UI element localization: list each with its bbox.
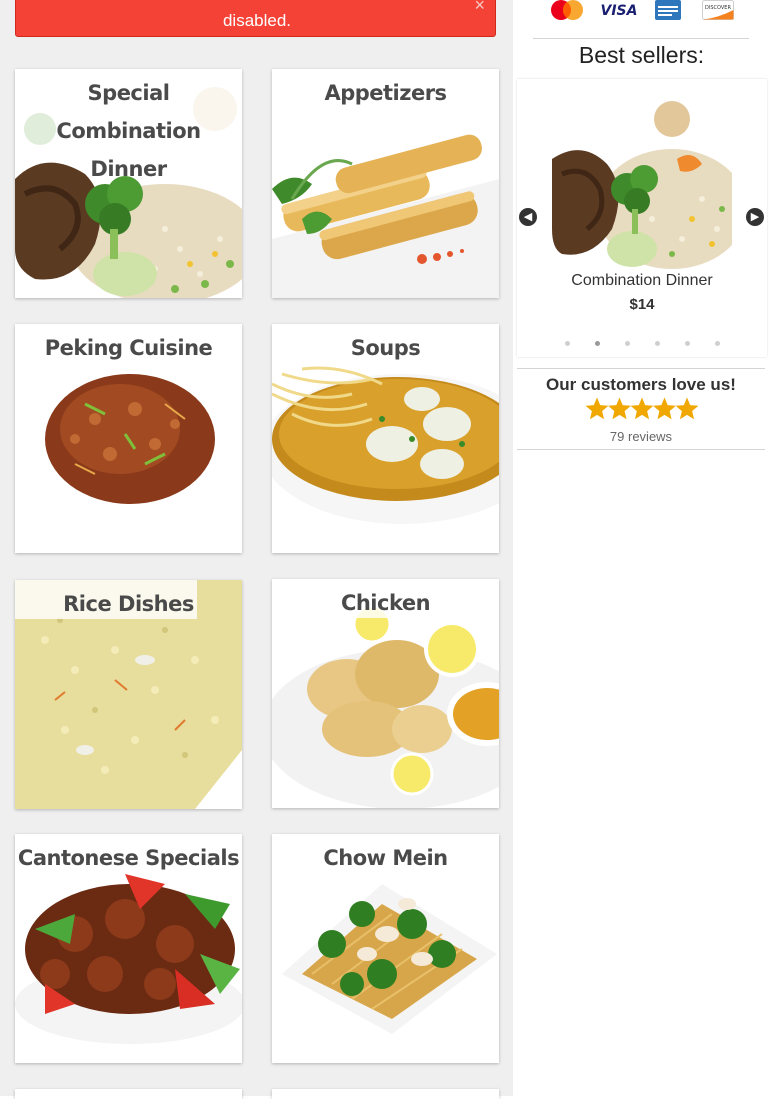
amex-icon: [655, 0, 681, 20]
carousel-dot[interactable]: [564, 341, 570, 346]
category-card-peking-cuisine[interactable]: Peking Cuisine: [15, 324, 242, 553]
product-price: $14: [629, 296, 655, 313]
category-card-cantonese-specials[interactable]: Cantonese Specials: [15, 834, 242, 1063]
carousel-dot[interactable]: [624, 341, 630, 346]
alert-message: disabled.: [222, 11, 292, 30]
svg-text:DISCOVER: DISCOVER: [705, 5, 731, 11]
best-sellers-title: Best sellers:: [578, 42, 705, 68]
carousel-dot[interactable]: [684, 341, 690, 346]
reviews-heading: Our customers love us!: [546, 375, 736, 394]
reviews-widget[interactable]: Our customers love us! 79 reviews: [517, 368, 765, 450]
category-title: Chicken: [340, 591, 431, 615]
svg-text:VISA: VISA: [601, 3, 638, 19]
category-title: Rice Dishes: [63, 592, 194, 616]
category-card-partial[interactable]: [272, 1089, 499, 1099]
category-card-chow-mein[interactable]: Chow Mein: [272, 834, 499, 1063]
best-sellers-carousel: Combination Dinner $14 ◀ ▶: [517, 79, 767, 357]
star-icon: [630, 397, 654, 420]
star-icon: [675, 397, 698, 420]
category-title: Appetizers: [324, 81, 447, 105]
category-title: Cantonese Specials: [17, 846, 240, 870]
sidebar: VISA DISCOVER Best sellers: Combination …: [513, 0, 770, 1096]
menu-categories-panel: disabled. × Special Combination Dinner A…: [0, 0, 513, 1099]
star-icon: [586, 397, 609, 420]
star-icon: [653, 397, 676, 420]
mastercard-icon: [551, 0, 583, 20]
category-title: Chow Mein: [323, 846, 448, 870]
carousel-prev-button[interactable]: ◀: [519, 208, 537, 226]
visa-icon: VISA: [601, 3, 638, 19]
category-title: Special Combination Dinner: [56, 81, 201, 181]
reviews-count[interactable]: 79 reviews: [517, 429, 765, 444]
category-card-soups[interactable]: Soups: [272, 324, 499, 553]
alert-banner: disabled. ×: [15, 0, 496, 37]
star-icon: [608, 397, 631, 420]
category-title: Soups: [350, 336, 421, 360]
category-card-rice-dishes[interactable]: Rice Dishes: [15, 580, 242, 809]
divider: [533, 38, 749, 39]
category-card-chicken[interactable]: Chicken: [272, 579, 499, 808]
alert-close-icon[interactable]: ×: [474, 0, 485, 16]
category-title: Peking Cuisine: [44, 336, 213, 360]
carousel-pagination: [517, 341, 767, 351]
combination-dinner-photo[interactable]: [552, 89, 732, 269]
star-rating: [586, 397, 698, 420]
carousel-dot[interactable]: [594, 341, 600, 346]
carousel-dot[interactable]: [654, 341, 660, 346]
product-name[interactable]: Combination Dinner: [517, 272, 767, 290]
category-card-appetizers[interactable]: Appetizers: [272, 69, 499, 298]
discover-icon: DISCOVER: [702, 0, 734, 20]
category-card-partial[interactable]: [15, 1089, 242, 1099]
category-card-special-combination[interactable]: Special Combination Dinner: [15, 69, 242, 298]
carousel-dot[interactable]: [714, 341, 720, 346]
carousel-next-button[interactable]: ▶: [746, 208, 764, 226]
